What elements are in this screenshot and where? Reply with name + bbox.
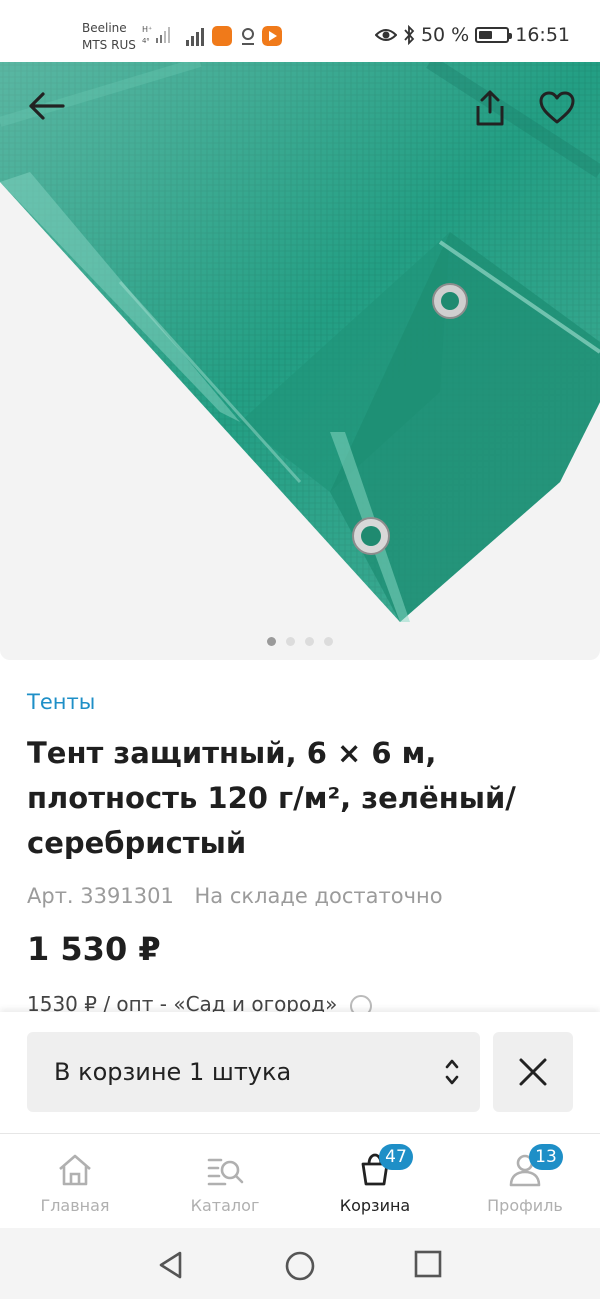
svg-text:4⁶: 4⁶ xyxy=(142,37,149,45)
tab-catalog-label: Каталог xyxy=(190,1196,260,1215)
carrier-2-label: MTS RUS xyxy=(82,38,136,52)
quantity-label: В корзине 1 штука xyxy=(54,1058,292,1086)
carrier-info: Beeline MTS RUS xyxy=(82,20,136,54)
profile-icon-wrap: 13 xyxy=(505,1144,563,1190)
status-bar: Beeline MTS RUS H⁺ 4⁶ 50 % 16:51 xyxy=(0,0,600,62)
article-number: Арт. 3391301 xyxy=(27,884,174,908)
system-nav-bar xyxy=(0,1228,600,1299)
battery-percent: 50 % xyxy=(420,24,470,46)
favorite-button[interactable] xyxy=(533,84,581,132)
share-button[interactable] xyxy=(466,84,514,132)
product-title: Тент защитный, 6 × 6 м, плотность 120 г/… xyxy=(27,736,516,860)
bluetooth-icon xyxy=(404,25,415,45)
nav-home-icon[interactable] xyxy=(284,1250,316,1282)
product-gallery[interactable] xyxy=(0,62,600,660)
catalog-search-icon xyxy=(207,1158,244,1186)
tab-profile[interactable]: 13 Профиль xyxy=(450,1134,600,1228)
info-icon[interactable] xyxy=(349,994,372,1012)
product-image xyxy=(0,62,600,622)
location-icon xyxy=(242,28,254,45)
product-price: 1 530 ₽ xyxy=(27,930,161,968)
tab-cart-label: Корзина xyxy=(339,1196,411,1215)
remove-from-cart-button[interactable] xyxy=(493,1032,573,1112)
signal-strength-icon xyxy=(186,28,204,46)
wholesale-price: 1530 ₽ / опт - «Сад и огород» xyxy=(27,992,372,1012)
gallery-dot[interactable] xyxy=(286,637,295,646)
chevron-up-down-icon xyxy=(445,1059,459,1085)
gallery-dot[interactable] xyxy=(267,637,276,646)
app-notification-icon xyxy=(212,26,232,46)
carrier-1-label: Beeline xyxy=(82,21,127,35)
cart-action-bar: В корзине 1 штука xyxy=(0,1012,600,1134)
tab-profile-label: Профиль xyxy=(487,1196,563,1215)
eye-icon xyxy=(374,29,397,41)
tab-catalog[interactable]: Каталог xyxy=(150,1134,300,1228)
profile-notification-badge: 13 xyxy=(529,1144,563,1170)
home-icon xyxy=(59,1154,91,1186)
svg-text:H⁺: H⁺ xyxy=(142,25,152,34)
category-link[interactable]: Тенты xyxy=(27,690,95,714)
tab-home-label: Главная xyxy=(40,1196,110,1215)
battery-level xyxy=(479,31,493,39)
quantity-selector[interactable]: В корзине 1 штука xyxy=(27,1032,480,1112)
gallery-pagination[interactable] xyxy=(0,637,600,646)
product-meta: Арт. 3391301 На складе достаточно xyxy=(27,884,443,908)
gallery-dot[interactable] xyxy=(324,637,333,646)
gallery-dot[interactable] xyxy=(305,637,314,646)
status-right: 50 % 16:51 xyxy=(374,24,570,46)
play-app-icon xyxy=(262,26,282,46)
cart-count-badge: 47 xyxy=(379,1144,413,1170)
signal-icon: H⁺ 4⁶ xyxy=(142,25,170,45)
tab-cart[interactable]: 47 Корзина xyxy=(300,1134,450,1228)
share-icon xyxy=(476,90,504,126)
tab-home[interactable]: Главная xyxy=(0,1134,150,1228)
back-button[interactable] xyxy=(22,82,70,130)
arrow-left-icon xyxy=(29,92,65,120)
nav-back-icon[interactable] xyxy=(156,1250,186,1280)
stock-status: На складе достаточно xyxy=(194,884,443,908)
nav-recents-icon[interactable] xyxy=(414,1250,442,1278)
wholesale-note: 1530 ₽ / опт - «Сад и огород» xyxy=(27,992,338,1012)
bottom-tab-bar: Главная Каталог 47 Корзина 13 Профиль xyxy=(0,1134,600,1228)
heart-icon xyxy=(539,91,575,124)
clock: 16:51 xyxy=(515,24,570,46)
cart-icon-wrap: 47 xyxy=(355,1144,413,1190)
close-icon xyxy=(519,1058,547,1086)
battery-icon xyxy=(475,27,513,43)
